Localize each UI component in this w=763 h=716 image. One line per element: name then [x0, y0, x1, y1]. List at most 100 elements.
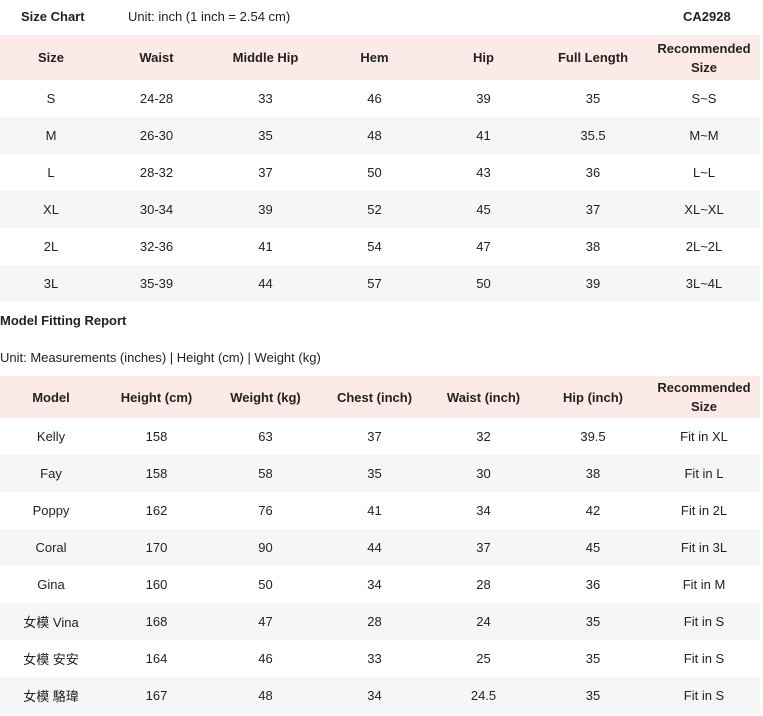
table-cell: L~L [692, 165, 716, 180]
table-cell: Fit in M [682, 577, 726, 592]
table-cell: 58 [258, 466, 273, 481]
table-cell: Fit in S [683, 651, 725, 666]
table-cell: 41 [476, 128, 491, 143]
table-cell: 24 [476, 614, 491, 629]
table-cell: 170 [145, 540, 168, 555]
fitting-report-unit: Unit: Measurements (inches) | Height (cm… [0, 350, 321, 365]
table-cell: S [46, 91, 56, 106]
table-row: 3L 35-39 44 57 50 39 3L~4L [0, 265, 760, 302]
table-cell: 37 [476, 540, 491, 555]
table-cell: 90 [258, 540, 273, 555]
table-cell: 30 [476, 466, 491, 481]
fitting-report-table: Model Height (cm) Weight (kg) Chest (inc… [0, 376, 760, 714]
table-row: S 24-28 33 46 39 35 S~S [0, 80, 760, 117]
size-chart-unit: Unit: inch (1 inch = 2.54 cm) [128, 9, 291, 24]
table-cell: 24.5 [470, 688, 497, 703]
table-row: 2L 32-36 41 54 47 38 2L~2L [0, 228, 760, 265]
table-row: Kelly 158 63 37 32 39.5 Fit in XL [0, 418, 760, 455]
table-cell: 35 [367, 466, 382, 481]
column-header: Waist [139, 50, 174, 65]
size-chart-header-row: Size Waist Middle Hip Hem Hip Full Lengt… [0, 35, 760, 80]
column-header: Model [32, 389, 70, 405]
table-cell: 33 [367, 651, 382, 666]
table-cell: 24-28 [139, 91, 174, 106]
table-row: 女模 駱瑋 167 48 34 24.5 35 Fit in S [0, 677, 760, 714]
table-cell: 26-30 [139, 128, 174, 143]
table-row: 女模 Vina 168 47 28 24 35 Fit in S [0, 603, 760, 640]
table-cell: XL~XL [684, 202, 724, 217]
table-cell: Fit in XL [680, 429, 728, 444]
column-header: Full Length [557, 50, 629, 65]
table-cell: 39 [476, 91, 491, 106]
table-cell: S~S [691, 91, 717, 106]
table-cell: 37 [367, 429, 382, 444]
table-cell: 28 [476, 577, 491, 592]
table-cell: 2L~2L [685, 239, 723, 254]
table-cell: M [45, 128, 57, 143]
table-cell: L [47, 165, 55, 180]
table-cell: 47 [258, 614, 273, 629]
table-cell: 48 [367, 128, 382, 143]
fitting-report-header-row: Model Height (cm) Weight (kg) Chest (inc… [0, 376, 760, 418]
table-cell: 28-32 [139, 165, 174, 180]
table-cell: Poppy [32, 503, 70, 518]
table-cell: 50 [258, 577, 273, 592]
column-header: Hip [473, 50, 494, 65]
table-cell: 39.5 [580, 429, 606, 444]
table-cell: 38 [585, 466, 601, 481]
table-cell: 167 [145, 688, 168, 703]
table-row: M 26-30 35 48 41 35.5 M~M [0, 117, 760, 154]
product-code: CA2928 [683, 9, 731, 24]
table-row: Poppy 162 76 41 34 42 Fit in 2L [0, 492, 760, 529]
table-cell: 35-39 [139, 276, 174, 291]
table-cell: 35.5 [580, 128, 606, 143]
table-cell: 女模 Vina [23, 615, 79, 630]
table-cell: Fit in S [683, 614, 725, 629]
table-cell: 34 [367, 688, 382, 703]
table-cell: 162 [145, 503, 168, 518]
table-cell: 35 [585, 614, 601, 629]
table-cell: Fit in L [684, 466, 724, 481]
table-cell: 43 [476, 165, 491, 180]
table-cell: 52 [367, 202, 382, 217]
table-cell: 48 [258, 688, 273, 703]
table-cell: 168 [145, 614, 168, 629]
column-header: Hem [360, 50, 389, 65]
column-header: Middle Hip [232, 50, 299, 65]
size-chart-header: Size Chart Unit: inch (1 inch = 2.54 cm)… [0, 0, 763, 34]
table-cell: Fay [40, 466, 62, 481]
table-cell: 158 [145, 466, 168, 481]
table-cell: Fit in 2L [680, 503, 728, 518]
table-cell: 32-36 [139, 239, 174, 254]
table-cell: 63 [258, 429, 273, 444]
table-cell: Coral [35, 540, 67, 555]
table-cell: 46 [258, 651, 273, 666]
table-cell: XL [43, 202, 59, 217]
table-cell: 158 [145, 429, 168, 444]
fitting-report-title: Model Fitting Report [0, 313, 127, 328]
table-cell: 34 [476, 503, 491, 518]
table-cell: 34 [367, 577, 382, 592]
table-row: XL 30-34 39 52 45 37 XL~XL [0, 191, 760, 228]
table-cell: 25 [476, 651, 491, 666]
table-cell: 38 [585, 239, 601, 254]
table-cell: 160 [145, 577, 168, 592]
table-cell: 46 [367, 91, 382, 106]
table-row: Fay 158 58 35 30 38 Fit in L [0, 455, 760, 492]
table-cell: 39 [585, 276, 601, 291]
table-cell: M~M [689, 128, 719, 143]
table-cell: 37 [585, 202, 601, 217]
table-cell: 36 [585, 577, 601, 592]
size-chart-body: S 24-28 33 46 39 35 S~S M 26-30 35 48 41 35.5 M~M L 28-… [0, 80, 760, 302]
table-row: Coral 170 90 44 37 45 Fit in 3L [0, 529, 760, 566]
table-cell: 37 [258, 165, 273, 180]
table-cell: 44 [367, 540, 382, 555]
table-row: 女模 安安 164 46 33 25 35 Fit in S [0, 640, 760, 677]
table-cell: 50 [476, 276, 491, 291]
table-cell: 45 [585, 540, 601, 555]
table-cell: Gina [37, 577, 65, 592]
table-cell: 女模 駱瑋 [23, 689, 79, 704]
table-cell: 30-34 [139, 202, 174, 217]
column-header: Weight (kg) [230, 389, 301, 405]
table-cell: 36 [585, 165, 601, 180]
